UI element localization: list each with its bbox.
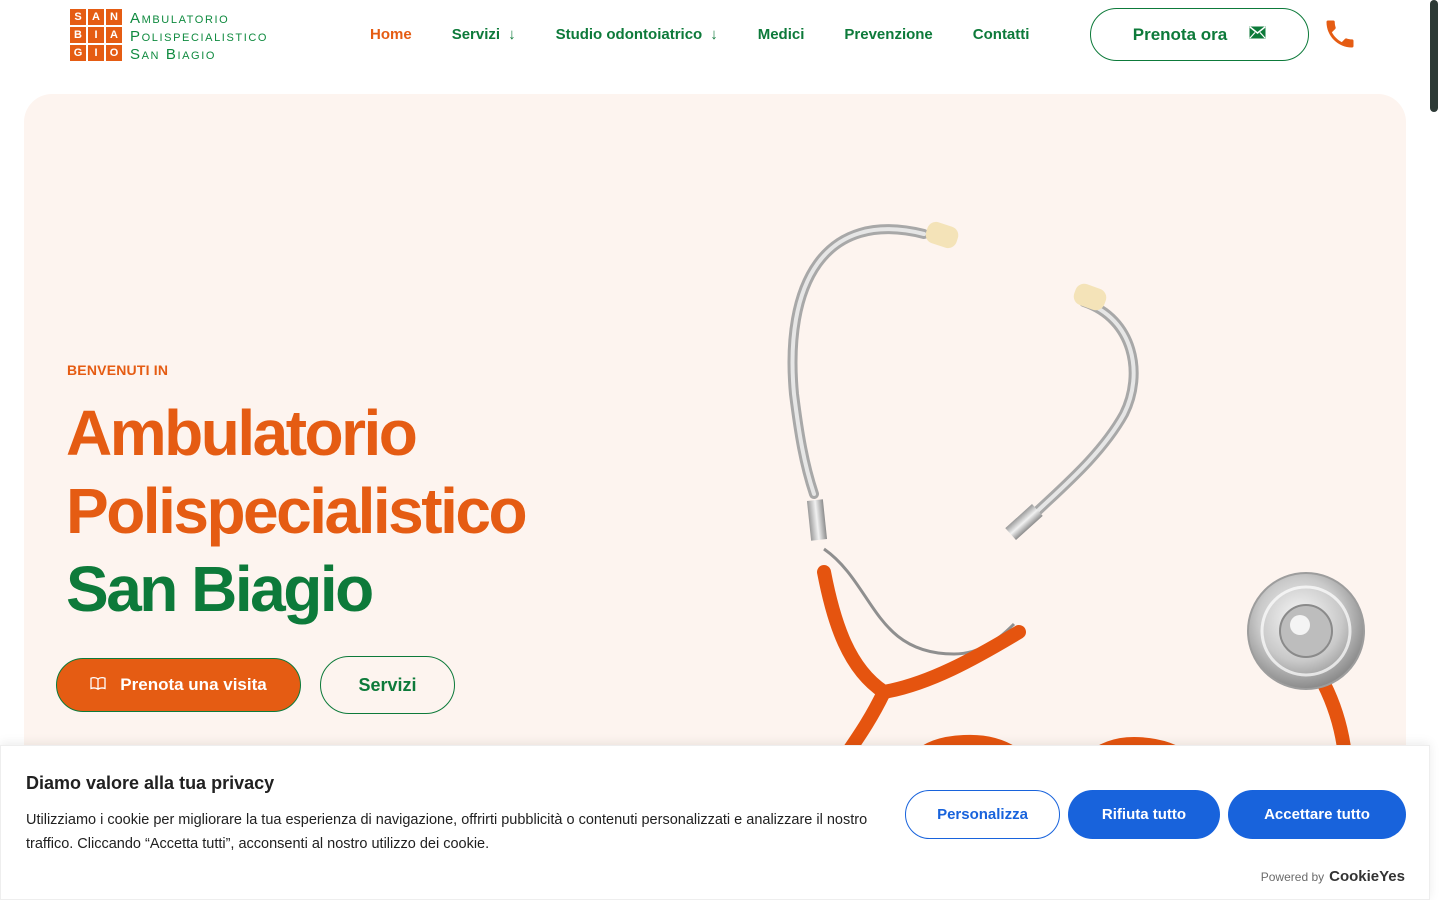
logo-letter: N [106,9,122,25]
nav-item-prevenzione[interactable]: Prevenzione [844,26,932,43]
cookie-reject-button[interactable]: Rifiuta tutto [1068,790,1220,839]
main-nav: Home Servizi ↓ Studio odontoiatrico ↓ Me… [370,26,1069,43]
prenota-visita-button[interactable]: Prenota una visita [56,658,301,712]
logo-letter: A [88,9,104,25]
hero-title-line: Polispecialistico [66,475,528,547]
cookie-title: Diamo valore alla tua privacy [26,773,275,793]
logo-letter: B [70,27,86,43]
logo-letter: O [106,45,122,61]
nav-item-contatti[interactable]: Contatti [973,26,1030,43]
nav-label: Medici [757,26,805,43]
arrow-down-icon: ↓ [508,26,516,43]
prenota-ora-button[interactable]: Prenota ora [1090,8,1309,61]
logo-line: Ambulatorio [130,10,230,27]
nav-item-medici[interactable]: Medici [758,26,805,43]
powered-by-label: Powered by [1260,870,1325,884]
nav-label: Prevenzione [844,26,933,43]
nav-item-servizi[interactable]: Servizi ↓ [452,26,516,43]
site-logo[interactable]: S A N B I A G I O Ambulatorio Polispecia… [70,9,268,64]
cookie-banner: Diamo valore alla tua privacy Utilizziam… [0,745,1430,900]
logo-letter: S [70,9,86,25]
hero-eyebrow: BENVENUTI IN [67,362,169,378]
logo-line: Polispecialistico [130,28,269,45]
logo-letter: I [88,45,104,61]
page-scrollbar[interactable] [1430,0,1438,112]
nav-item-studio-odontoiatrico[interactable]: Studio odontoiatrico ↓ [556,26,718,43]
logo-text: Ambulatorio Polispecialistico San Biagio [130,10,268,64]
nav-item-home[interactable]: Home [370,26,412,43]
logo-grid: S A N B I A G I O [70,9,122,61]
nav-label: Servizi [451,26,501,43]
logo-letter: A [106,27,122,43]
hero-title: Ambulatorio Polispecialistico San Biagio [66,394,528,628]
arrow-down-icon: ↓ [710,26,718,43]
logo-letter: I [88,27,104,43]
book-button-label: Prenota ora [1132,24,1228,44]
cookie-accept-button[interactable]: Accettare tutto [1228,790,1406,839]
cookie-text: Utilizziamo i cookie per migliorare la t… [26,812,868,852]
prenota-visita-label: Prenota una visita [120,675,267,694]
logo-letter: G [70,45,86,61]
servizi-button[interactable]: Servizi [320,656,455,714]
hero-title-line: Ambulatorio [66,397,418,469]
servizi-button-label: Servizi [358,674,417,695]
book-icon [90,676,106,694]
hero-title-line: San Biagio [66,553,374,625]
cookie-customize-button[interactable]: Personalizza [905,790,1060,839]
stethoscope-illustration [787,221,1365,764]
nav-label: Contatti [972,26,1030,43]
phone-icon[interactable] [1322,16,1358,52]
logo-line: San Biagio [130,46,217,63]
envelope-icon [1249,25,1266,44]
cookieyes-logo: CookieYes [1329,868,1405,885]
nav-label: Home [370,26,412,43]
powered-by[interactable]: Powered by CookieYes [1261,868,1405,885]
nav-label: Studio odontoiatrico [555,26,703,43]
